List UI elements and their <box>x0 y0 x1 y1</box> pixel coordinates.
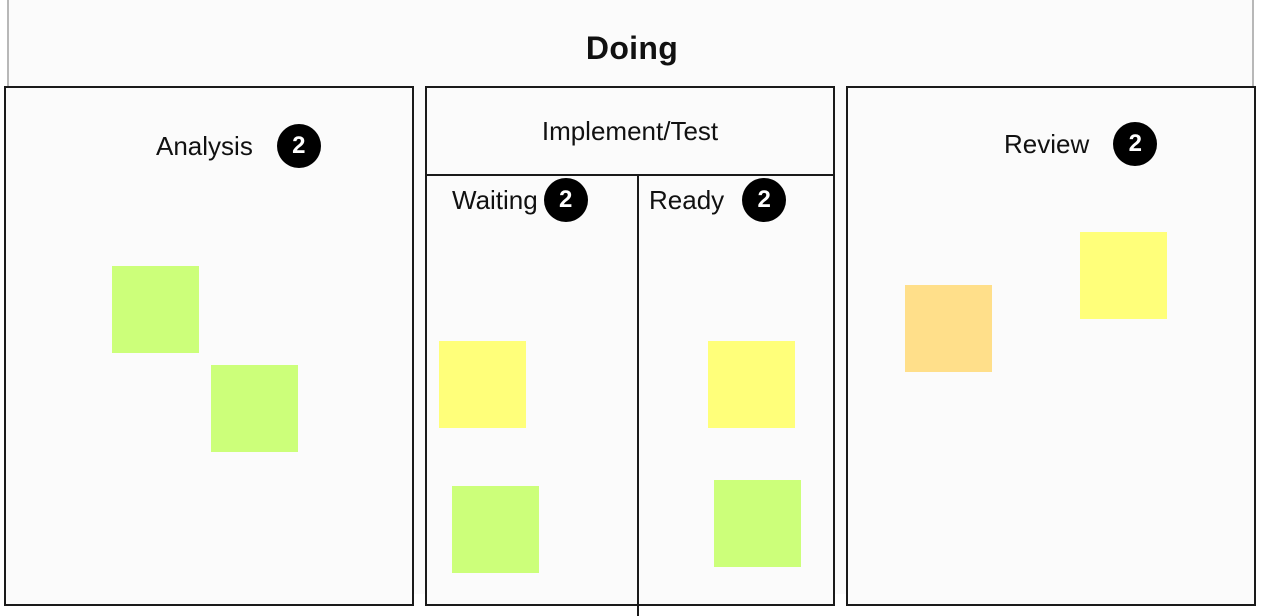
subcolumn-header-ready: Ready 2 <box>649 178 787 222</box>
sticky-note[interactable] <box>452 486 539 573</box>
count-badge-ready: 2 <box>742 178 787 222</box>
count-badge-waiting: 2 <box>543 178 588 222</box>
subcolumn-label-ready: Ready <box>649 184 725 215</box>
sticky-note[interactable] <box>112 266 199 353</box>
subcolumn-label-waiting: Waiting <box>452 184 538 215</box>
sticky-note[interactable] <box>714 480 801 567</box>
count-badge-analysis: 2 <box>276 124 321 168</box>
sticky-note[interactable] <box>1080 232 1167 319</box>
sticky-note[interactable] <box>905 285 992 372</box>
column-label-implement-test: Implement/Test <box>541 115 719 146</box>
column-header-review: Review 2 <box>1004 122 1158 166</box>
board-title: Doing <box>585 30 679 66</box>
column-label-review: Review <box>1004 128 1090 159</box>
column-header-analysis: Analysis 2 <box>156 124 321 168</box>
subcolumn-divider <box>637 176 639 616</box>
column-analysis: Analysis 2 <box>4 86 414 606</box>
sticky-note[interactable] <box>439 341 526 428</box>
column-header-implement-test: Implement/Test <box>427 88 833 176</box>
column-implement-test: Implement/Test Waiting 2 Ready 2 <box>425 86 835 616</box>
subcolumn-header-waiting: Waiting 2 <box>452 178 588 222</box>
count-badge-review: 2 <box>1113 122 1158 166</box>
column-label-analysis: Analysis <box>156 130 253 161</box>
column-review: Review 2 <box>846 86 1256 606</box>
sticky-note[interactable] <box>211 365 298 452</box>
sticky-note[interactable] <box>708 341 795 428</box>
